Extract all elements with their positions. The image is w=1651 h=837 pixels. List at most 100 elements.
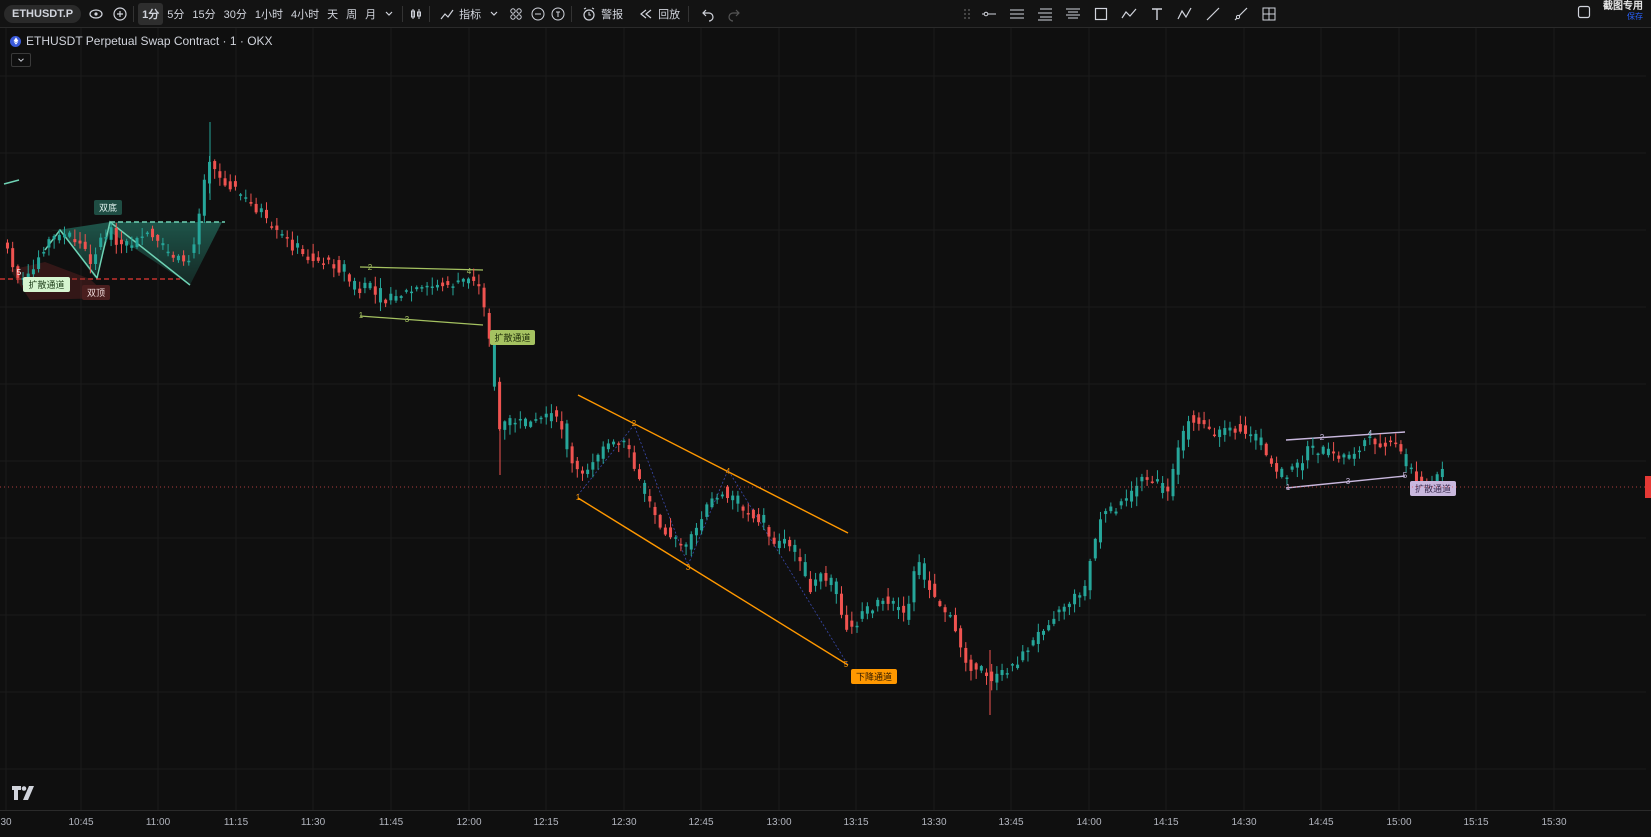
minus-circle-icon[interactable]	[529, 5, 547, 23]
timeframe-button[interactable]: 4小时	[287, 3, 323, 25]
redo-icon[interactable]	[725, 5, 743, 23]
horizontal-ray-icon[interactable]	[980, 5, 998, 23]
screenshot-button[interactable]: 截图专用 保存	[1603, 2, 1643, 22]
time-axis[interactable]: 30 10:45 11:00 11:15 11:30 11:45 12:00 12:15 12:…	[0, 810, 1651, 837]
timeframe-button[interactable]: 周	[342, 3, 361, 25]
price-scale[interactable]	[1646, 28, 1651, 810]
rectangle-icon[interactable]	[1092, 5, 1110, 23]
candle-body	[1181, 430, 1185, 451]
tradingview-logo[interactable]	[12, 786, 36, 805]
candle-body	[684, 544, 688, 547]
candle-body	[1202, 420, 1206, 425]
candle-body	[228, 181, 232, 190]
candle-body	[798, 557, 802, 562]
symbol-search[interactable]: ETHUSDT.P	[4, 4, 82, 23]
candle-body	[1005, 673, 1009, 675]
timeframe-button[interactable]: 1分	[138, 2, 164, 25]
candle-body	[1016, 664, 1020, 669]
candle-body	[1197, 417, 1201, 424]
indicators-label: 指标	[459, 8, 482, 21]
ray-icon[interactable]	[1232, 5, 1250, 23]
wave-number: 3	[1346, 477, 1351, 486]
candle-body	[1342, 454, 1346, 458]
candle-body	[845, 614, 849, 630]
trend-line-icon[interactable]	[1204, 5, 1222, 23]
timeframe-button[interactable]: 1小时	[251, 3, 287, 25]
undo-icon[interactable]	[699, 5, 717, 23]
timeframe-button[interactable]: 30分	[220, 3, 251, 25]
candle-body	[384, 299, 388, 304]
drag-handle-icon[interactable]	[958, 5, 976, 23]
candle-body	[353, 280, 357, 290]
candle-body	[1052, 618, 1056, 624]
pattern-icon[interactable]	[1176, 5, 1194, 23]
candle-body	[539, 417, 543, 420]
candle-body	[663, 527, 667, 535]
candle-body	[534, 419, 538, 421]
wave-number: 1	[576, 493, 581, 502]
candle-body	[1161, 483, 1165, 493]
candle-body	[865, 606, 869, 614]
text-icon[interactable]	[1148, 5, 1166, 23]
timeframe-button[interactable]: 5分	[163, 3, 188, 25]
candle-body	[1057, 609, 1061, 613]
timeframe-button[interactable]: 15分	[188, 3, 219, 25]
chevron-down-icon[interactable]	[380, 5, 398, 23]
candle-body	[726, 486, 730, 499]
candle-body	[285, 237, 289, 239]
screenshot-sub: 保存	[1627, 12, 1643, 21]
candle-body	[508, 418, 512, 426]
candle-body	[705, 504, 709, 517]
add-symbol-icon[interactable]	[111, 5, 129, 23]
candle-body	[544, 413, 548, 418]
candle-body	[78, 240, 82, 244]
candle-body	[839, 593, 843, 615]
replay-button[interactable]: 回放	[633, 3, 684, 25]
seconds-icon[interactable]	[549, 5, 567, 23]
candle-body	[601, 446, 605, 459]
candle-body	[715, 498, 719, 500]
candle-type-icon[interactable]	[407, 5, 425, 23]
candle-body	[575, 460, 579, 470]
candle-body	[953, 614, 957, 632]
time-tick: 15:30	[1541, 817, 1567, 828]
candle-body	[259, 208, 263, 213]
divider	[133, 5, 135, 22]
candle-body	[176, 255, 180, 261]
time-tick: 11:00	[145, 817, 171, 828]
templates-grid-icon[interactable]	[507, 5, 525, 23]
broadening-channel-label: 扩散通道	[494, 332, 530, 343]
crosshair-grid-icon[interactable]	[1260, 5, 1278, 23]
candle-body	[171, 254, 175, 258]
candle-body	[373, 286, 377, 295]
double-bottom-label: 双底	[99, 202, 117, 213]
eye-icon[interactable]	[87, 5, 105, 23]
chevron-down-icon[interactable]	[485, 5, 503, 23]
candle-body	[637, 469, 641, 480]
checkbox-icon[interactable]	[1575, 3, 1593, 21]
legend-collapse-button[interactable]	[11, 53, 31, 67]
timeframe-button[interactable]: 天	[323, 3, 342, 25]
candle-body	[834, 581, 838, 595]
candle-body	[990, 671, 994, 682]
fib-levels-icon[interactable]	[1064, 5, 1082, 23]
timeframe-button[interactable]: 月	[361, 3, 380, 25]
candle-body	[1171, 468, 1175, 497]
price-chart[interactable]: 双底双顶扩散通道扩散通道下降通道扩散通道512341234512345	[0, 28, 1646, 810]
candle-body	[425, 285, 429, 288]
zigzag-icon[interactable]	[1120, 5, 1138, 23]
indicators-button[interactable]: 指标	[434, 3, 485, 25]
candle-body	[622, 440, 626, 443]
candle-body	[891, 600, 895, 604]
parallel-lines-icon[interactable]	[1008, 5, 1026, 23]
candle-body	[83, 241, 87, 249]
candle-body	[1150, 481, 1154, 484]
candle-body	[974, 663, 978, 670]
time-tick: 12:30	[611, 817, 637, 828]
fib-retracement-icon[interactable]	[1036, 5, 1054, 23]
candle-body	[549, 413, 553, 422]
alert-button[interactable]: 警报	[576, 3, 627, 25]
candle-body	[612, 441, 616, 445]
candle-body	[1254, 433, 1258, 441]
candle-body	[337, 260, 341, 273]
